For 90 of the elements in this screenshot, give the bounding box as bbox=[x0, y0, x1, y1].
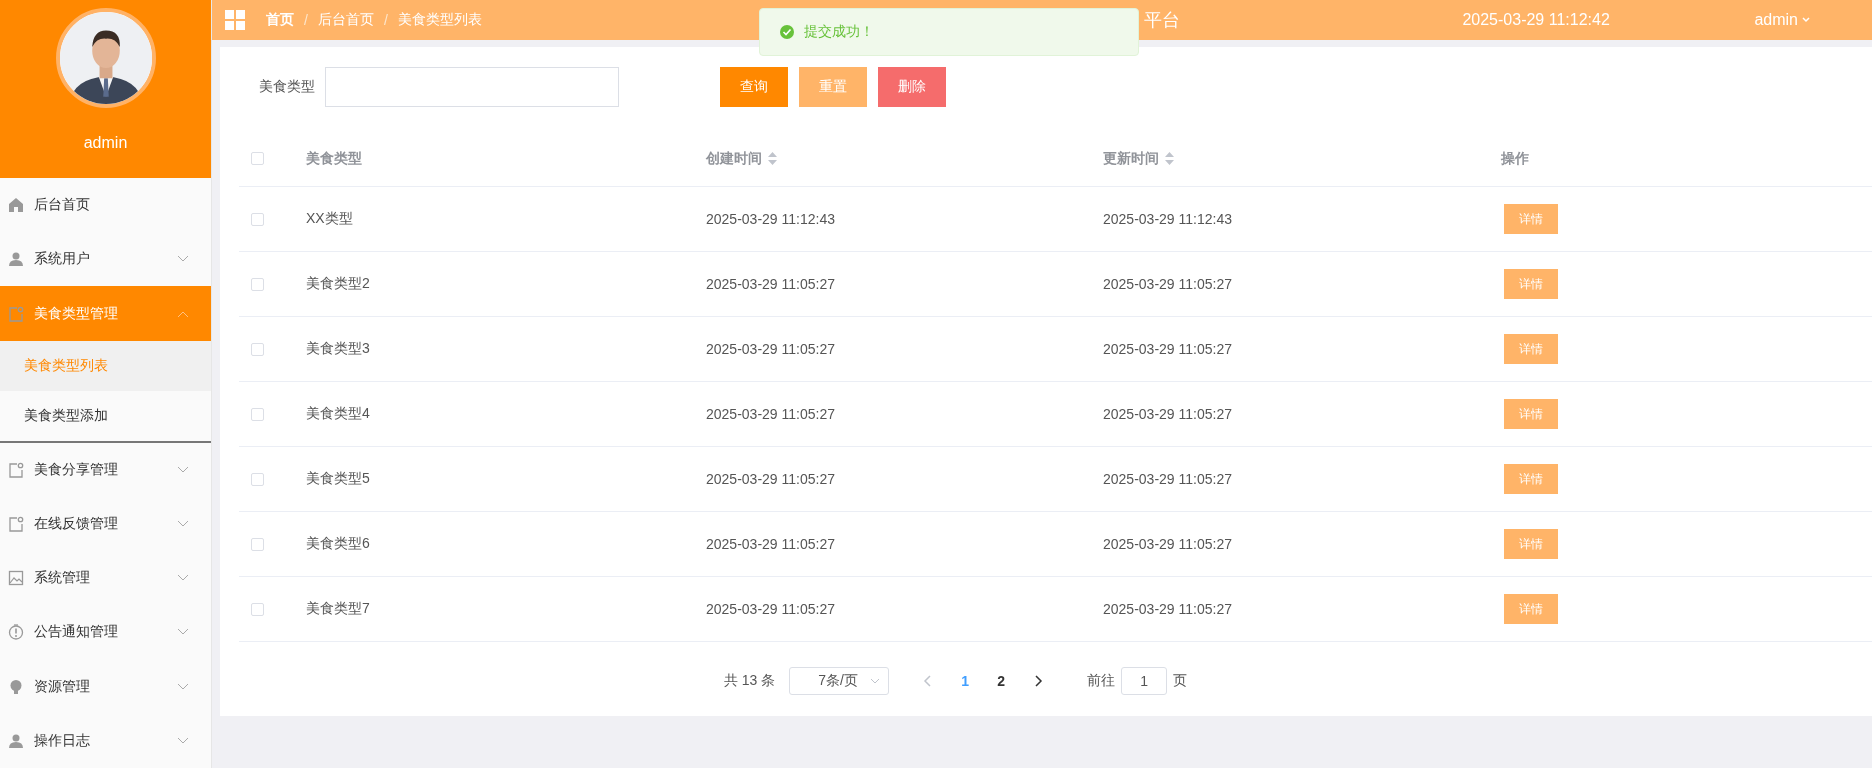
table-cell-text: 2025-03-29 11:05:27 bbox=[1103, 536, 1233, 552]
breadcrumb[interactable]: 首页 bbox=[266, 11, 294, 29]
table-cell-text: 美食类型5 bbox=[306, 470, 371, 488]
note-icon bbox=[8, 305, 24, 322]
bulb-icon bbox=[8, 678, 24, 695]
warning-button[interactable]: 重置 bbox=[799, 67, 867, 107]
home-icon bbox=[8, 197, 24, 214]
caret-icon bbox=[1802, 17, 1810, 23]
toast-message: 提交成功！ bbox=[804, 23, 874, 41]
menu-item[interactable]: 后台首页 bbox=[0, 178, 211, 233]
search-field[interactable] bbox=[325, 67, 619, 107]
submenu-item[interactable]: 美食类型列表 bbox=[0, 340, 211, 391]
menu-item[interactable]: 系统用户 bbox=[0, 232, 211, 287]
checkbox[interactable] bbox=[251, 277, 264, 291]
table-cell-text: 2025-03-29 11:05:27 bbox=[1103, 471, 1233, 487]
page-field[interactable]: 1 bbox=[1121, 667, 1168, 695]
details-button[interactable]: 详情 bbox=[1504, 204, 1558, 234]
page-number[interactable]: 2 bbox=[983, 673, 1020, 689]
note-icon bbox=[8, 516, 24, 532]
page-size-select[interactable]: 7条/页 bbox=[789, 667, 890, 695]
menu-item[interactable]: 操作日志 bbox=[0, 713, 211, 768]
prev-icon[interactable] bbox=[923, 675, 934, 687]
table-cell-text: 2025-03-29 11:05:27 bbox=[706, 276, 836, 292]
table-cell-text: 2025-03-29 11:05:27 bbox=[1103, 601, 1233, 617]
table-cell-text: 2025-03-29 11:05:27 bbox=[706, 341, 836, 357]
table-cell-text: 美食类型2 bbox=[306, 275, 371, 293]
danger-button[interactable]: 删除 bbox=[878, 67, 946, 107]
user-icon bbox=[8, 732, 24, 749]
user-menu[interactable]: admin bbox=[1754, 11, 1810, 29]
details-button[interactable]: 详情 bbox=[1504, 464, 1558, 494]
details-button[interactable]: 详情 bbox=[1504, 269, 1558, 299]
checkbox[interactable] bbox=[251, 342, 264, 356]
breadcrumb[interactable]: 后台首页 bbox=[317, 11, 374, 29]
table-cell-text: 2025-03-29 11:12:43 bbox=[706, 211, 836, 227]
site-title: 平台 bbox=[1144, 9, 1182, 32]
table-cell-text: 2025-03-29 11:05:27 bbox=[706, 406, 836, 422]
menu-item[interactable]: 资源管理 bbox=[0, 659, 211, 714]
field-label: 美食类型 bbox=[259, 78, 315, 96]
total-count: 共 13 条 bbox=[723, 672, 776, 690]
page-number[interactable]: 1 bbox=[947, 673, 984, 689]
grid-icon[interactable] bbox=[224, 9, 246, 31]
column-header: 操作 bbox=[1501, 149, 1529, 168]
checkbox[interactable] bbox=[251, 212, 264, 226]
details-button[interactable]: 详情 bbox=[1504, 529, 1558, 559]
breadcrumb[interactable]: 美食类型列表 bbox=[397, 11, 482, 29]
next-icon[interactable] bbox=[1033, 675, 1044, 687]
page-suffix: 页 bbox=[1173, 672, 1188, 690]
primary-button[interactable]: 查询 bbox=[720, 67, 788, 107]
checkbox[interactable] bbox=[251, 472, 264, 486]
column-header: 美食类型 bbox=[306, 149, 362, 168]
details-button[interactable]: 详情 bbox=[1504, 399, 1558, 429]
column-header: 创建时间 bbox=[706, 149, 762, 168]
clock: 2025-03-29 11:12:42 bbox=[1462, 11, 1611, 29]
notice-icon bbox=[8, 624, 24, 641]
menu-item[interactable]: 在线反馈管理 bbox=[0, 496, 211, 552]
checkbox[interactable] bbox=[251, 407, 264, 421]
table-cell-text: 2025-03-29 11:05:27 bbox=[706, 601, 836, 617]
table-cell-text: 美食类型7 bbox=[306, 600, 371, 618]
checkbox[interactable] bbox=[251, 602, 264, 616]
table-cell-text: 美食类型6 bbox=[306, 535, 371, 553]
details-button[interactable]: 详情 bbox=[1504, 334, 1558, 364]
checkbox[interactable] bbox=[251, 152, 264, 165]
table-cell-text: 2025-03-29 11:05:27 bbox=[706, 471, 836, 487]
table-cell-text: 2025-03-29 11:05:27 bbox=[1103, 341, 1233, 357]
menu-item[interactable]: 系统管理 bbox=[0, 551, 211, 606]
separator: / bbox=[383, 12, 388, 28]
table-cell-text: 2025-03-29 11:05:27 bbox=[706, 536, 836, 552]
image-icon bbox=[8, 570, 24, 587]
column-header: 更新时间 bbox=[1103, 149, 1159, 168]
submenu-item[interactable]: 美食类型添加 bbox=[0, 390, 211, 441]
table-cell-text: 美食类型4 bbox=[306, 405, 371, 423]
success-icon bbox=[780, 25, 794, 39]
table-cell-text: 2025-03-29 11:12:43 bbox=[1103, 211, 1233, 227]
menu-item[interactable]: 公告通知管理 bbox=[0, 605, 211, 660]
user-icon bbox=[8, 251, 24, 268]
chevron-icon bbox=[870, 678, 881, 684]
user-name: admin bbox=[83, 134, 128, 152]
checkbox[interactable] bbox=[251, 537, 264, 551]
table-cell-text: 2025-03-29 11:05:27 bbox=[1103, 276, 1233, 292]
details-button[interactable]: 详情 bbox=[1504, 594, 1558, 624]
note-icon bbox=[8, 461, 24, 478]
table-cell-text: 美食类型3 bbox=[306, 340, 371, 358]
menu-item[interactable]: 美食类型管理 bbox=[0, 286, 211, 341]
menu-item[interactable]: 美食分享管理 bbox=[0, 442, 211, 497]
table-cell-text: XX类型 bbox=[306, 210, 354, 228]
separator: / bbox=[304, 12, 308, 28]
sort-icon[interactable] bbox=[1165, 152, 1174, 165]
table-cell-text: 2025-03-29 11:05:27 bbox=[1103, 406, 1233, 422]
goto-label: 前往 bbox=[1087, 672, 1116, 690]
sort-icon[interactable] bbox=[768, 152, 777, 165]
